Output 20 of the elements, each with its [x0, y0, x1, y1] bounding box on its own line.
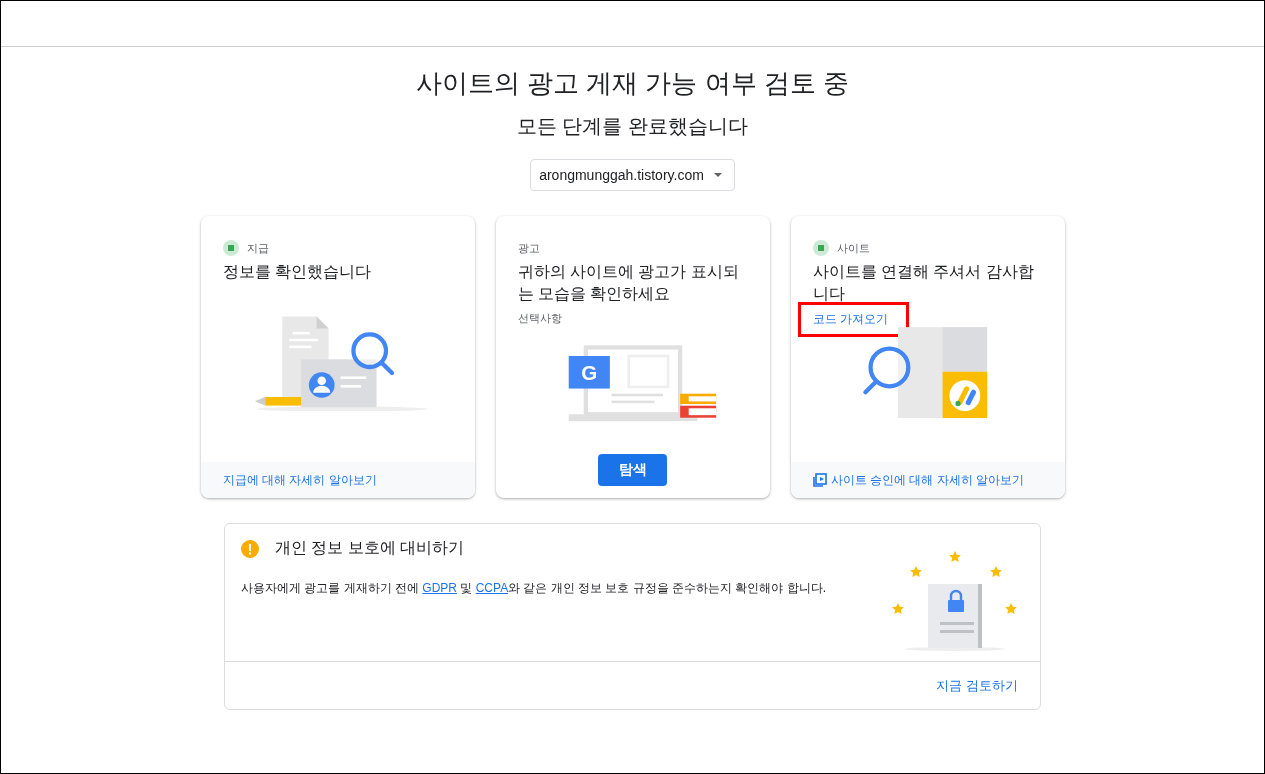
- page-subtitle: 모든 단계를 완료했습니다: [516, 114, 749, 139]
- explore-button[interactable]: 탐색: [598, 454, 667, 486]
- card-category: 광고: [517, 240, 540, 256]
- g-logo-letter: G: [580, 361, 597, 384]
- privacy-description: 사용자에게 광고를 게재하기 전에 GDPR 및 CCPA와 같은 개인 정보 보호 규정을 준수하는지 확인해야 합니다.: [241, 580, 828, 597]
- caret-icon: [713, 173, 722, 177]
- privacy-heading: 개인 정보 보호에 대비하기: [275, 538, 465, 558]
- regulation-link[interactable]: GDPR: [422, 581, 457, 595]
- card-heading: 정보를 확인했습니다: [222, 262, 372, 282]
- card-category: 지급: [246, 240, 269, 256]
- card-heading: 사이트를 연결해 주셔서 감사합니다: [812, 262, 1035, 304]
- page-title: 사이트의 광고 게재 가능 여부 검토 중: [415, 67, 850, 99]
- site-dropdown[interactable]: arongmunggah.tistory.com: [530, 159, 735, 191]
- card-heading: 귀하의 사이트에 광고가 표시되는 모습을 확인하세요: [517, 262, 740, 304]
- warning-icon: [241, 539, 259, 558]
- optional-label: 선택사항: [517, 311, 563, 326]
- card-category: 사이트: [836, 240, 870, 256]
- review-now-link[interactable]: 지금 검토하기: [936, 676, 1018, 695]
- get-code-link[interactable]: 코드 가져오기: [800, 305, 906, 334]
- regulation-link[interactable]: CCPA: [475, 581, 509, 595]
